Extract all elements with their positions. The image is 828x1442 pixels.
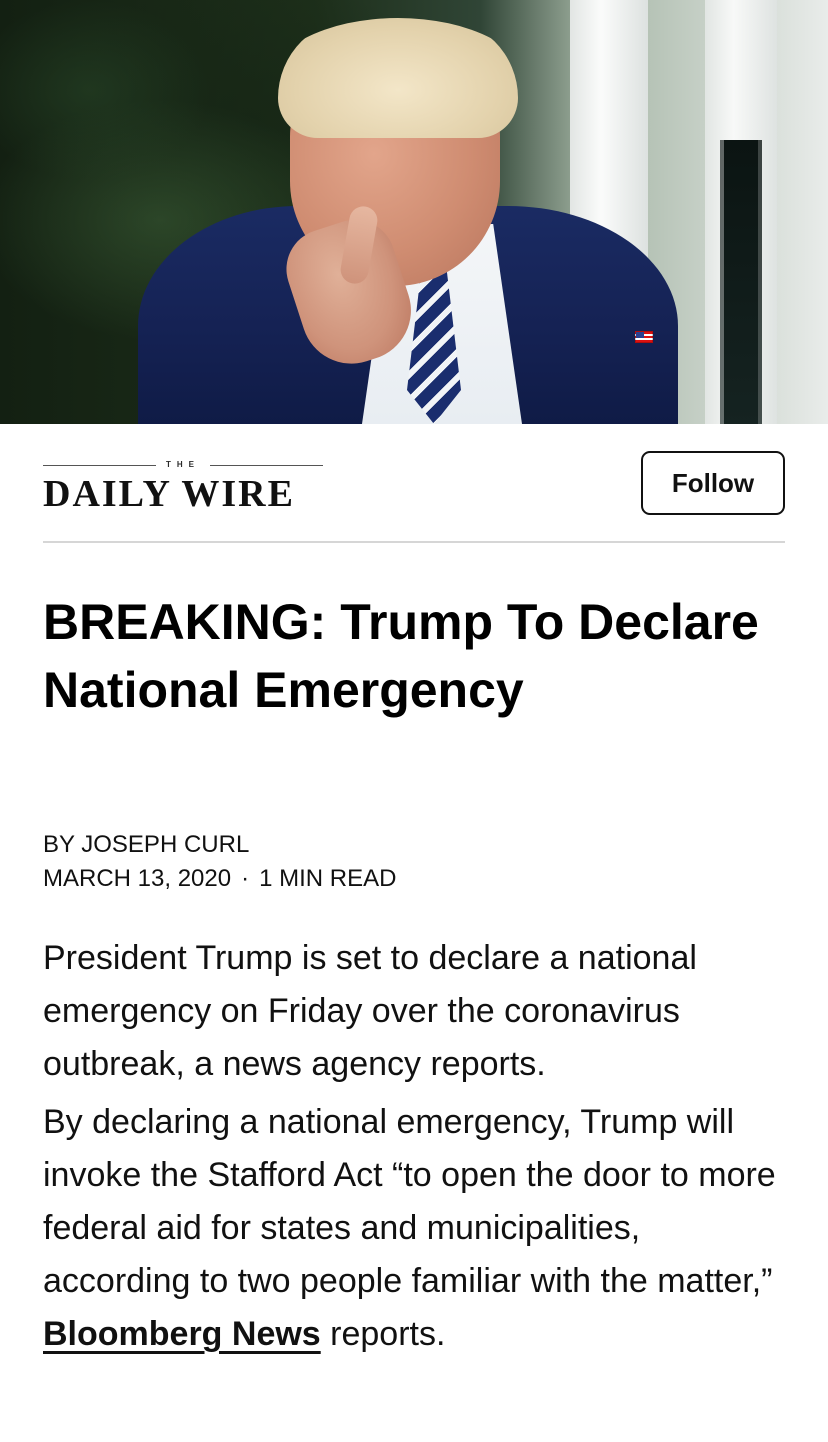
hero-person xyxy=(120,18,680,424)
read-time: 1 MIN READ xyxy=(259,865,397,892)
article-meta: BY JOSEPH CURL MARCH 13, 2020 · 1 MIN READ xyxy=(43,828,783,896)
follow-button[interactable]: Follow xyxy=(641,451,785,515)
date-and-read-time: MARCH 13, 2020 · 1 MIN READ xyxy=(43,862,783,896)
background-doorway xyxy=(720,140,762,424)
logo-rule xyxy=(43,464,156,466)
header-divider xyxy=(43,541,785,543)
hair xyxy=(278,18,518,138)
hero-image xyxy=(0,0,828,424)
paragraph-2-post: reports. xyxy=(320,1315,446,1353)
logo-rule xyxy=(210,464,323,466)
publisher-logo: THE DAILY WIRE xyxy=(43,458,333,518)
article-paragraph-2: By declaring a national emergency, Trump… xyxy=(43,1096,788,1361)
article-paragraph-1: President Trump is set to declare a nati… xyxy=(43,939,697,1083)
bloomberg-news-link[interactable]: Bloomberg News xyxy=(43,1315,321,1353)
publish-date: MARCH 13, 2020 xyxy=(43,865,232,892)
logo-the: THE xyxy=(166,459,200,469)
meta-separator: · xyxy=(241,865,250,892)
author-byline: BY JOSEPH CURL xyxy=(43,831,250,858)
logo-name: DAILY WIRE xyxy=(43,473,295,515)
publisher-logo-top: THE xyxy=(43,458,323,472)
flag-pin xyxy=(635,331,653,343)
paragraph-2-text: By declaring a national emergency, Trump… xyxy=(43,1103,776,1300)
article-headline: BREAKING: Trump To Declare National Emer… xyxy=(43,594,759,718)
